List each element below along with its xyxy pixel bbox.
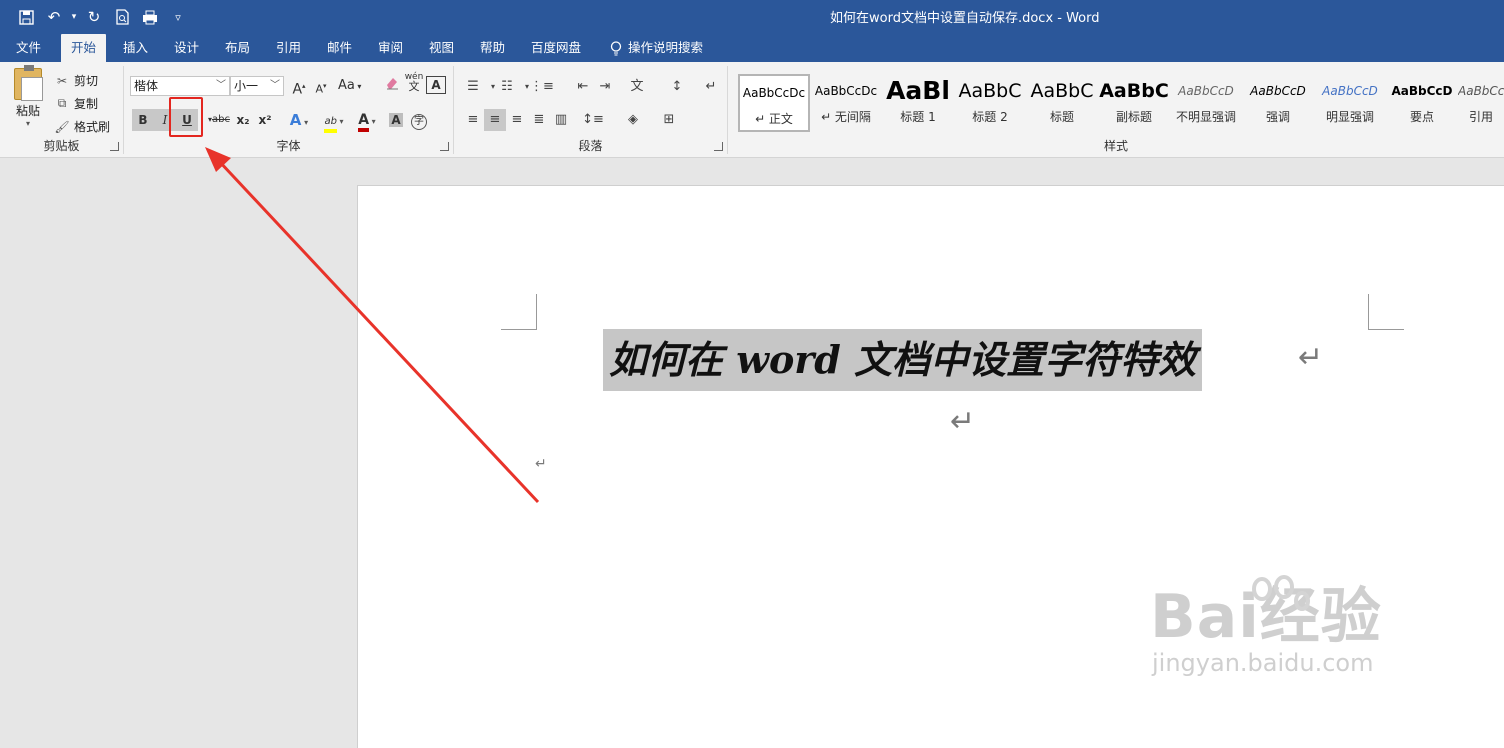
arrow-shaft [216, 158, 540, 504]
annotation-arrow [205, 147, 540, 504]
